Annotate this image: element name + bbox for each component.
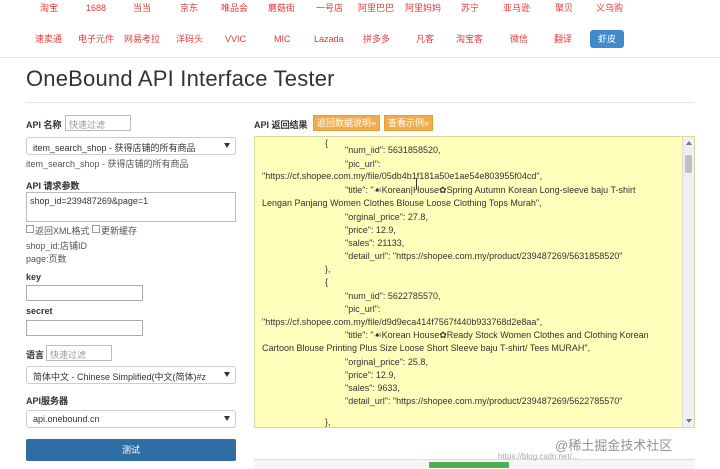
nav-link-taobaoke[interactable]: 淘宝客 — [456, 33, 483, 45]
nav-link-translate[interactable]: 翻译 — [554, 33, 572, 45]
json-line: "pic_url": — [345, 159, 381, 169]
return-xml-checkbox[interactable] — [26, 225, 34, 233]
json-line: "pic_url": — [345, 304, 381, 314]
nav-link-alimama[interactable]: 阿里妈妈 — [405, 2, 441, 14]
green-indicator — [429, 462, 509, 468]
json-line: "detail_url": "https://shopee.com.my/pro… — [345, 396, 623, 406]
scroll-down-icon[interactable] — [686, 419, 692, 423]
chevron-down-icon — [224, 416, 230, 421]
server-label: API服务器 — [26, 396, 69, 406]
json-line: "sales": 21133, — [345, 238, 405, 248]
json-line: "orginal_price": 27.8, — [345, 212, 428, 222]
secret-input[interactable] — [26, 320, 143, 336]
language-select[interactable]: 简体中文 - Chinese Simplified(中文(简体)#z — [26, 366, 236, 384]
param-hint-shop-id: shop_id:店铺ID — [26, 241, 88, 251]
nav-link-pinduoduo[interactable]: 拼多多 — [363, 33, 390, 45]
json-line: "num_iid": 5631858520, — [345, 145, 441, 155]
nav-link-shopee[interactable]: 虾皮 — [590, 30, 625, 48]
chevron-down-icon — [224, 143, 230, 148]
nav-link-mic[interactable]: MIC — [274, 33, 291, 45]
nav-link-components[interactable]: 电子元件 — [78, 33, 114, 45]
nav-link-aliexpress[interactable]: 速卖通 — [35, 33, 62, 45]
nav-row-1: 淘宝 1688 当当 京东 唯品会 蘑菇街 一号店 阿里巴巴 阿里妈妈 苏宁 亚… — [0, 2, 720, 26]
nav-link-ymatou[interactable]: 洋码头 — [176, 33, 203, 45]
nav-link-yiwugou[interactable]: 义乌购 — [596, 2, 623, 14]
json-line: { — [325, 277, 329, 287]
watermark-url: https://blog.csdn.net/... — [498, 452, 579, 461]
api-name-label: API 名称 — [26, 120, 62, 130]
json-line: "detail_url": "https://shopee.com.my/pro… — [345, 251, 623, 261]
nav-link-jd[interactable]: 京东 — [180, 2, 198, 14]
text-cursor — [416, 178, 417, 189]
params-label: API 请求参数 — [26, 181, 80, 191]
return-doc-button[interactable]: 返回数据说明» — [313, 115, 381, 131]
nav-link-kaola[interactable]: 网易考拉 — [124, 33, 160, 45]
scrollbar-thumb[interactable] — [685, 155, 692, 173]
nav-link-mogujie[interactable]: 蘑菇街 — [268, 2, 295, 14]
chevron-down-icon — [224, 372, 230, 377]
json-line: "https://cf.shopee.com.my/file/05db4b1f1… — [262, 171, 543, 181]
nav-link-wechat[interactable]: 微信 — [510, 33, 528, 45]
bottom-bar — [254, 459, 695, 469]
json-line: "num_iid": 5622785570, — [345, 291, 441, 301]
result-label: API 返回结果 — [254, 120, 308, 130]
json-line: }, — [325, 264, 331, 274]
json-line: "price": 12.9, — [345, 225, 396, 235]
json-line: "orginal_price": 25.8, — [345, 357, 428, 367]
api-select-value: item_search_shop - 获得店铺的所有商品 — [33, 143, 196, 153]
api-filter-input[interactable]: 快速过滤 — [65, 115, 131, 131]
page-title: OneBound API Interface Tester — [26, 66, 335, 91]
json-line: }, — [325, 417, 331, 427]
return-xml-label: 返回XML格式 — [35, 226, 90, 236]
nav-link-jubei[interactable]: 聚贝 — [555, 2, 573, 14]
nav-link-taobao[interactable]: 淘宝 — [40, 2, 58, 14]
api-description: item_search_shop - 获得店铺的所有商品 — [26, 159, 189, 169]
test-submit-button[interactable]: 测试 — [26, 439, 236, 461]
nav-link-vancl[interactable]: 凡客 — [416, 33, 434, 45]
top-navigation: 淘宝 1688 当当 京东 唯品会 蘑菇街 一号店 阿里巴巴 阿里妈妈 苏宁 亚… — [0, 0, 720, 58]
json-line: "title": "☙Korean|House✿Spring Autumn Ko… — [345, 185, 636, 195]
result-scrollbar[interactable] — [682, 137, 694, 427]
key-input[interactable] — [26, 285, 143, 301]
server-select-value: api.onebound.cn — [33, 414, 100, 424]
secret-label: secret — [26, 306, 53, 316]
json-line: "price": 12.9, — [345, 370, 396, 380]
language-label: 语言 — [26, 350, 45, 360]
api-select[interactable]: item_search_shop - 获得店铺的所有商品 — [26, 137, 236, 155]
json-line: "sales": 9633, — [345, 383, 400, 393]
nav-link-1688[interactable]: 1688 — [86, 2, 106, 14]
nav-link-alibaba[interactable]: 阿里巴巴 — [358, 2, 394, 14]
params-textarea[interactable]: shop_id=239487269&page=1 — [26, 192, 236, 222]
param-hint-page: page:页数 — [26, 254, 67, 264]
json-line: { — [325, 138, 329, 148]
nav-link-suning[interactable]: 苏宁 — [461, 2, 479, 14]
json-line: Cartoon Blouse Printing Plus Size Loose … — [262, 343, 591, 353]
key-label: key — [26, 272, 42, 282]
nav-link-lazada[interactable]: Lazada — [314, 33, 344, 45]
update-cache-label: 更新缓存 — [101, 226, 138, 236]
update-cache-checkbox[interactable] — [92, 225, 100, 233]
nav-link-dangdang[interactable]: 当当 — [133, 2, 151, 14]
language-filter-input[interactable]: 快速过滤 — [46, 345, 112, 361]
nav-link-amazon[interactable]: 亚马逊 — [503, 2, 530, 14]
json-line: Lengan Panjang Women Clothes Blouse Loos… — [262, 198, 542, 208]
nav-link-vip[interactable]: 唯品会 — [221, 2, 248, 14]
scroll-up-icon[interactable] — [686, 141, 692, 145]
nav-row-2: 速卖通 电子元件 网易考拉 洋码头 VVIC MIC Lazada 拼多多 凡客… — [0, 30, 720, 57]
view-example-button[interactable]: 查看示例» — [384, 115, 434, 131]
language-select-value: 简体中文 - Chinese Simplified(中文(简体)#z — [33, 372, 207, 382]
nav-link-vvic[interactable]: VVIC — [225, 33, 246, 45]
nav-link-yhd[interactable]: 一号店 — [316, 2, 343, 14]
json-line: "https://cf.shopee.com.my/file/d9d9eca41… — [262, 317, 543, 327]
result-panel[interactable]: { "num_iid": 5631858520, "pic_url": "htt… — [254, 136, 695, 428]
server-select[interactable]: api.onebound.cn — [26, 410, 236, 428]
json-line: "title": "☙Korean House✿Ready Stock Wome… — [345, 330, 649, 340]
title-divider — [26, 102, 694, 103]
